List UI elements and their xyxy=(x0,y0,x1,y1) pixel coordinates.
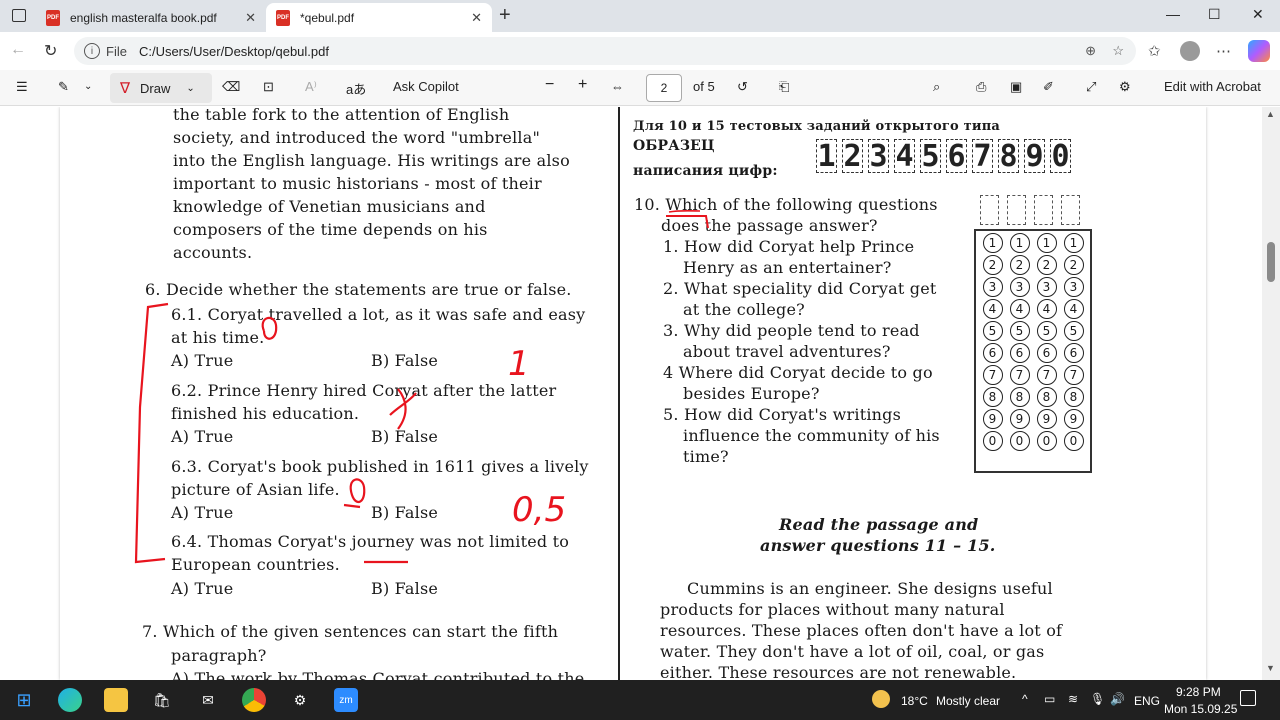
scroll-thumb[interactable] xyxy=(1267,242,1275,282)
url-scheme: File xyxy=(106,43,127,59)
pdf-viewer[interactable]: the table fork to the attention of Engli… xyxy=(0,107,1262,680)
chevron-down-icon[interactable]: ⌄ xyxy=(84,81,92,92)
notifications-icon[interactable] xyxy=(1240,690,1256,706)
copilot-icon[interactable] xyxy=(1248,40,1270,62)
url-text: C:/Users/User/Desktop/qebul.pdf xyxy=(138,43,329,59)
search-icon[interactable]: ⌕ xyxy=(933,79,940,95)
ink-underline-which xyxy=(668,209,701,213)
print-icon[interactable]: ⎙ xyxy=(976,79,986,95)
edge-icon[interactable] xyxy=(58,688,82,712)
url-field[interactable]: i File C:/Users/User/Desktop/qebul.pdf ⊕… xyxy=(74,37,1136,65)
tab-label: *qebul.pdf xyxy=(300,10,355,25)
weather-text: Mostly clear xyxy=(936,694,1001,708)
settings-gear-icon[interactable]: ⚙ xyxy=(288,688,312,712)
ask-copilot-button[interactable]: Ask Copilot xyxy=(393,79,459,94)
ink-underline-does xyxy=(666,215,709,229)
ink-bracket xyxy=(134,302,169,564)
tab-qebul[interactable]: PDF *qebul.pdf ✕ xyxy=(266,3,492,32)
info-icon[interactable]: i xyxy=(84,43,100,59)
pdf-toolbar: ☰ ✎ ⌄ ∇ Draw ⌄ ⌫ ⊡ A⁾ aあ Ask Copilot − +… xyxy=(0,70,1280,106)
tab-strip: PDF english masteralfa book.pdf ✕ PDF *q… xyxy=(0,0,1280,32)
handwritten-mark: 1 xyxy=(508,344,530,384)
windows-start-icon[interactable]: ⊞ xyxy=(12,688,36,712)
refresh-icon[interactable]: ↻ xyxy=(44,41,57,61)
windows-taskbar: ⊞ 🛍 ✉ ⚙ zm 18°C Mostly clear ^ ▭ ≋ 🎙 🔊 E… xyxy=(0,680,1280,720)
handwritten-score: 0,5 xyxy=(512,490,566,530)
zoom-in-icon[interactable]: + xyxy=(578,76,587,94)
settings-gear-icon[interactable]: ⚙ xyxy=(1119,79,1131,95)
zoom-app-icon[interactable]: zm xyxy=(334,688,358,712)
rotate-icon[interactable]: ↺ xyxy=(737,79,748,95)
pen-icon: ∇ xyxy=(120,80,131,97)
draw-button[interactable]: ∇ Draw ⌄ xyxy=(110,73,212,103)
ink-mark-6-2 xyxy=(389,388,417,430)
tab-actions-icon[interactable] xyxy=(12,9,26,22)
scroll-up-icon[interactable]: ▲ xyxy=(1266,109,1275,119)
language-indicator[interactable]: ENG xyxy=(1134,694,1160,708)
tab-label: english masteralfa book.pdf xyxy=(70,10,217,25)
close-window-button[interactable]: ✕ xyxy=(1252,6,1264,23)
contents-icon[interactable]: ☰ xyxy=(16,79,28,95)
vertical-scrollbar[interactable]: ▲ ▼ xyxy=(1262,107,1280,680)
mail-icon[interactable]: ✉ xyxy=(196,688,220,712)
ink-check-6-3 xyxy=(343,478,366,509)
file-explorer-icon[interactable] xyxy=(104,688,128,712)
mic-icon[interactable]: 🎙 xyxy=(1090,692,1105,706)
ink-annotations[interactable]: 1 0,5 xyxy=(60,107,1206,680)
tray-chevron-icon[interactable]: ^ xyxy=(1022,692,1028,706)
fit-page-icon[interactable]: ⇔ xyxy=(611,79,624,94)
ink-check-6-1 xyxy=(261,316,278,340)
back-icon[interactable]: ← xyxy=(10,41,26,59)
zoom-out-icon[interactable]: − xyxy=(545,76,554,94)
store-icon[interactable]: 🛍 xyxy=(150,688,174,712)
battery-icon[interactable]: ▭ xyxy=(1044,692,1055,706)
wifi-icon[interactable]: ≋ xyxy=(1068,692,1078,706)
zoom-icon[interactable]: ⊕ xyxy=(1085,43,1096,59)
highlight-icon[interactable]: ✎ xyxy=(58,79,69,95)
scroll-down-icon[interactable]: ▼ xyxy=(1266,663,1275,673)
pdf-icon: PDF xyxy=(46,9,60,26)
close-tab-icon[interactable]: ✕ xyxy=(245,10,256,26)
text-box-icon[interactable]: ⊡ xyxy=(263,79,274,95)
favorite-star-icon[interactable]: ☆ xyxy=(1112,43,1124,59)
clock-time[interactable]: 9:28 PM xyxy=(1176,685,1221,699)
clock-date[interactable]: Mon 15.09.25 xyxy=(1164,702,1237,716)
pdf-page: the table fork to the attention of Engli… xyxy=(60,107,1206,680)
eraser-icon[interactable]: ⌫ xyxy=(222,79,240,95)
profile-avatar[interactable] xyxy=(1180,41,1200,61)
page-view-icon[interactable]: ⎗ xyxy=(779,79,789,95)
save-as-icon[interactable]: ✐ xyxy=(1043,79,1054,95)
tab-english-masteralfa[interactable]: PDF english masteralfa book.pdf ✕ xyxy=(36,3,266,32)
more-icon[interactable]: ⋯ xyxy=(1216,42,1231,60)
favorites-icon[interactable]: ✩ xyxy=(1148,42,1161,60)
address-bar: ← ↻ i File C:/Users/User/Desktop/qebul.p… xyxy=(0,32,1280,70)
chrome-icon[interactable] xyxy=(242,688,266,712)
chevron-down-icon[interactable]: ⌄ xyxy=(186,83,194,94)
font-icon: A⁾ xyxy=(305,79,317,94)
fullscreen-icon[interactable]: ⤢ xyxy=(1086,79,1096,95)
volume-icon[interactable]: 🔊 xyxy=(1110,692,1125,706)
new-tab-button[interactable]: + xyxy=(499,4,511,27)
pdf-icon: PDF xyxy=(276,9,290,26)
close-tab-icon[interactable]: ✕ xyxy=(471,10,482,26)
draw-label: Draw xyxy=(140,80,171,96)
read-aloud-icon[interactable]: aあ xyxy=(346,79,366,98)
edit-with-acrobat-button[interactable]: Edit with Acrobat xyxy=(1164,79,1261,94)
weather-icon[interactable] xyxy=(872,690,890,708)
minimize-button[interactable]: — xyxy=(1166,6,1180,22)
save-icon[interactable]: ▣ xyxy=(1010,79,1022,95)
maximize-button[interactable]: ☐ xyxy=(1208,6,1221,23)
weather-temp: 18°C xyxy=(901,694,928,708)
page-number-input[interactable]: 2 xyxy=(646,74,682,102)
page-total: of 5 xyxy=(693,79,715,94)
